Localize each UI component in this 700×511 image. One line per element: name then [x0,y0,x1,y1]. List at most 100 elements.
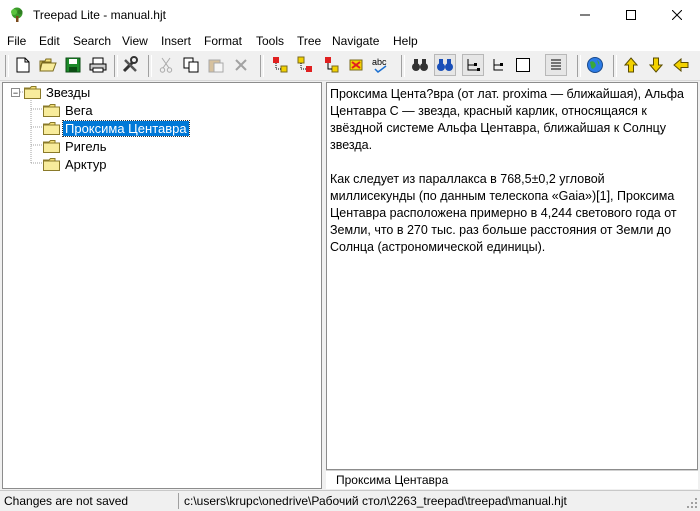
toolbar-grip [5,55,9,77]
status-divider [178,493,179,509]
spellcheck-icon: abc [372,57,387,73]
article-pane-button[interactable] [545,54,567,76]
tree-node-arcturus[interactable]: Арктур [43,157,108,172]
move-down-button[interactable] [646,55,666,75]
cut-icon [159,57,173,73]
menu-bar: File Edit Search View Insert Format Tool… [0,30,700,51]
cut-button[interactable] [156,55,176,75]
menu-file[interactable]: File [7,34,26,48]
resize-grip-icon[interactable] [686,497,698,509]
open-folder-icon [39,58,57,72]
tree-node-label: Звезды [46,85,91,100]
title-bar: Treepad Lite - manual.hjt [0,0,700,30]
single-pane-button[interactable] [513,55,533,75]
delete-node-icon [349,59,363,71]
single-pane-icon [516,58,530,72]
menu-tools[interactable]: Tools [256,34,284,48]
folder-icon [43,140,60,153]
folder-icon [24,86,41,99]
minimize-button[interactable] [562,0,608,30]
insert-node-after-button[interactable] [296,55,316,75]
current-node-caption: Проксима Центавра [326,470,698,489]
insert-node-after-icon [297,56,312,72]
print-button[interactable] [88,55,108,75]
toolbar-separator [401,55,405,77]
move-up-icon [624,57,638,73]
tree-node-rigel[interactable]: Ригель [43,139,109,154]
toolbar-separator [613,55,617,77]
web-icon [587,57,603,73]
current-node-name: Проксима Центавра [336,473,449,487]
menu-insert[interactable]: Insert [161,34,191,48]
menu-edit[interactable]: Edit [39,34,60,48]
tree-node-root[interactable]: Звезды [24,85,92,100]
paste-icon [208,59,224,73]
article-pane-icon [551,59,561,70]
menu-format[interactable]: Format [204,34,242,48]
toolbar-separator [114,55,118,77]
new-file-icon [16,57,30,73]
tree-node-label: Ригель [65,139,107,154]
toolbar-separator [148,55,152,77]
folder-icon [43,122,60,135]
menu-help[interactable]: Help [393,34,418,48]
svg-text:abc: abc [372,57,387,67]
spellcheck-button[interactable]: abc [371,55,391,75]
status-bar: Changes are not saved c:\users\krupc\one… [0,490,700,511]
tree-layout-2-icon [493,59,503,71]
copy-button[interactable] [181,55,201,75]
find-next-icon [437,59,453,71]
insert-child-button[interactable] [321,55,341,75]
article-paragraph: Как следует из параллакса в 768,5±0,2 уг… [330,172,677,254]
save-status: Changes are not saved [4,494,129,508]
copy-icon [183,57,199,73]
article-editor[interactable]: Проксима Цента?вра (от лат. proxima — бл… [326,82,698,470]
tree-node-label: Вега [65,103,93,118]
toolbar-separator [260,55,264,77]
find-button[interactable] [410,55,430,75]
delete-icon [235,59,247,71]
folder-icon [43,104,60,117]
menu-search[interactable]: Search [73,34,111,48]
move-left-button[interactable] [671,55,691,75]
find-next-button[interactable] [434,54,456,76]
menu-view[interactable]: View [122,34,148,48]
save-button[interactable] [63,55,83,75]
article-paragraph: Проксима Цента?вра (от лат. proxima — бл… [330,87,684,152]
move-left-icon [673,58,689,72]
window-title: Treepad Lite - manual.hjt [33,8,166,22]
insert-node-before-icon [273,57,288,73]
minimize-icon [580,14,590,16]
move-up-button[interactable] [621,55,641,75]
maximize-icon [626,10,636,20]
tree-node-proxima-centauri[interactable]: Проксима Центавра [43,120,190,137]
tree-expander-toggle[interactable]: − [11,88,20,98]
web-button[interactable] [585,55,605,75]
tree-app-icon [11,7,23,22]
tree-pane[interactable]: − Звезды Вега Проксима Центавра Ригель А… [2,82,322,489]
insert-node-before-button[interactable] [271,55,291,75]
file-path: c:\users\krupc\onedrive\Рабочий стол\226… [184,494,567,508]
save-icon [65,57,81,73]
close-button[interactable] [654,0,700,30]
delete-node-button[interactable] [346,55,366,75]
tree-node-label-selected: Проксима Центавра [62,120,190,137]
article-text[interactable]: Проксима Цента?вра (от лат. proxima — бл… [330,86,692,273]
tree-layout-button[interactable] [462,54,484,76]
tree-node-label: Арктур [65,157,107,172]
tools-button[interactable] [120,55,140,75]
tools-icon [122,56,138,73]
paste-button[interactable] [206,55,226,75]
new-file-button[interactable] [13,55,33,75]
find-icon [412,59,428,71]
maximize-button[interactable] [608,0,654,30]
delete-button[interactable] [231,55,251,75]
tree-node-vega[interactable]: Вега [43,103,95,118]
toolbar-separator [577,55,581,77]
toolbar: abc [0,51,700,81]
open-button[interactable] [38,55,58,75]
folder-icon [43,158,60,171]
tree-layout-2-button[interactable] [488,55,508,75]
menu-navigate[interactable]: Navigate [332,34,379,48]
menu-tree[interactable]: Tree [297,34,321,48]
